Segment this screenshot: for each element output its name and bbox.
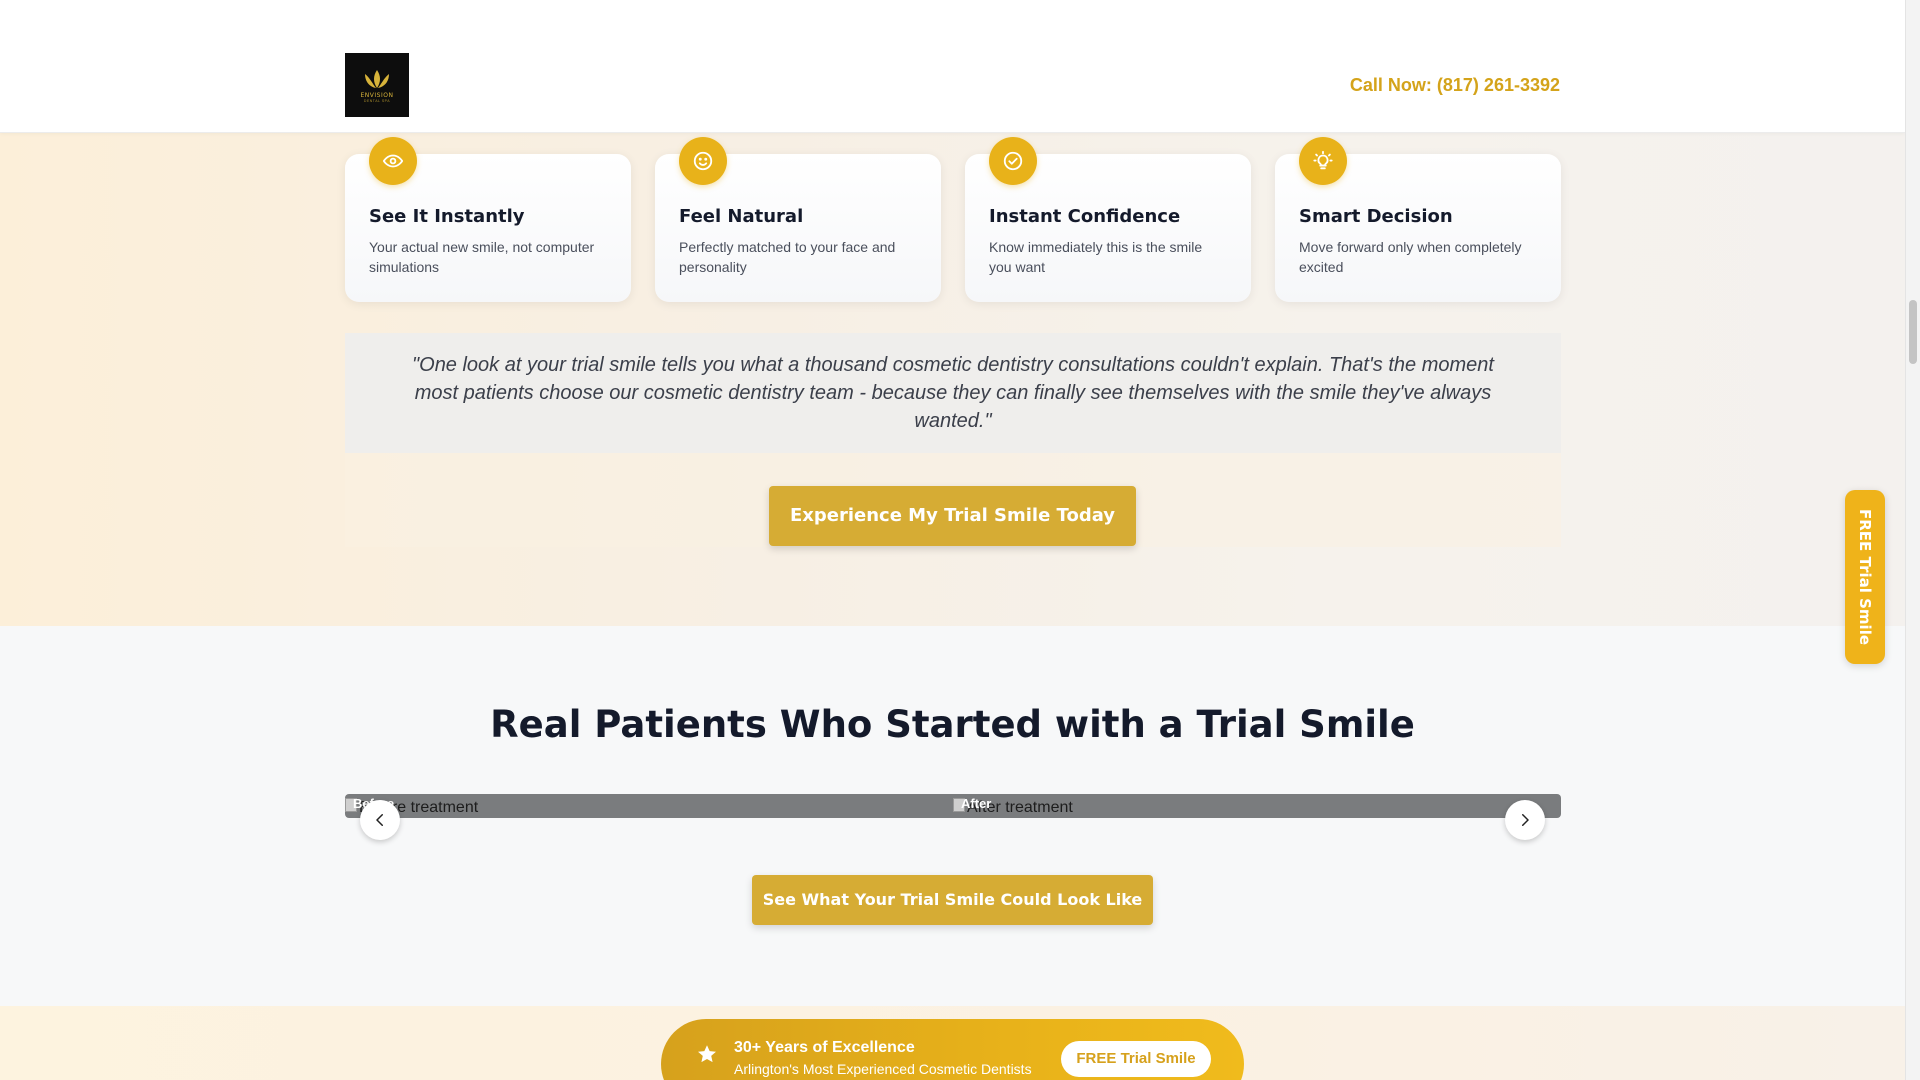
benefit-title: See It Instantly [369, 206, 525, 227]
benefit-card: See It Instantly Your actual new smile, … [345, 137, 631, 302]
benefit-text: Your actual new smile, not computer simu… [369, 239, 595, 275]
logo-subtext: DENTAL SPA [363, 98, 391, 103]
after-image: After treatment After [953, 794, 1561, 818]
experience-banner: 30+ Years of Excellence Arlington's Most… [661, 1019, 1244, 1080]
banner-subtitle: Arlington's Most Experienced Cosmetic De… [734, 1061, 1032, 1077]
quote-text: "One look at your trial smile tells you … [412, 354, 1494, 432]
slider-next-button[interactable] [1505, 800, 1545, 840]
logo[interactable]: ENVISION DENTAL SPA [345, 53, 409, 117]
benefit-title: Feel Natural [679, 206, 804, 227]
benefit-card: Instant Confidence Know immediately this… [965, 137, 1251, 302]
page: ENVISION DENTAL SPA Call Now: (817) 261-… [0, 0, 1905, 1080]
lightbulb-icon [1299, 137, 1347, 185]
side-tab-label: FREE Trial Smile [1856, 508, 1874, 645]
benefit-title: Smart Decision [1299, 206, 1453, 227]
before-image: Before treatment Before [345, 794, 953, 818]
slider-prev-button[interactable] [360, 800, 400, 840]
patients-section: Real Patients Who Started with a Trial S… [0, 626, 1905, 1006]
call-now-link[interactable]: Call Now: (817) 261-3392 [1350, 75, 1560, 96]
benefit-card: Feel Natural Perfectly matched to your f… [655, 137, 941, 302]
see-trial-smile-button[interactable]: See What Your Trial Smile Could Look Lik… [752, 875, 1153, 925]
free-trial-side-tab[interactable]: FREE Trial Smile [1845, 490, 1885, 664]
chevron-right-icon [1522, 814, 1529, 826]
benefit-cards: See It Instantly Your actual new smile, … [345, 137, 1561, 302]
lotus-icon [365, 69, 389, 88]
benefit-card: Smart Decision Move forward only when co… [1275, 137, 1561, 302]
logo-text: ENVISION [360, 91, 394, 99]
check-circle-icon [989, 137, 1037, 185]
eye-icon [369, 137, 417, 185]
site-header: ENVISION DENTAL SPA Call Now: (817) 261-… [0, 0, 1905, 133]
benefit-text: Perfectly matched to your face and perso… [679, 239, 896, 275]
banner-title: 30+ Years of Excellence [734, 1039, 915, 1056]
free-trial-smile-button[interactable]: FREE Trial Smile [1061, 1041, 1211, 1077]
page-scrollbar[interactable] [1905, 0, 1920, 1080]
benefit-title: Instant Confidence [989, 206, 1181, 227]
experience-trial-smile-button[interactable]: Experience My Trial Smile Today [769, 486, 1136, 546]
section-heading: Real Patients Who Started with a Trial S… [490, 703, 1415, 746]
testimonial-quote: "One look at your trial smile tells you … [345, 333, 1561, 453]
smile-icon [679, 137, 727, 185]
star-icon [698, 1045, 716, 1063]
after-label: After [961, 796, 992, 811]
scrollbar-thumb[interactable] [1909, 300, 1917, 364]
chevron-left-icon [376, 814, 383, 826]
benefit-text: Know immediately this is the smile you w… [989, 239, 1203, 275]
benefit-text: Move forward only when completely excite… [1299, 239, 1522, 275]
before-after-slider[interactable]: Before treatment Before After treatment … [345, 794, 1561, 818]
